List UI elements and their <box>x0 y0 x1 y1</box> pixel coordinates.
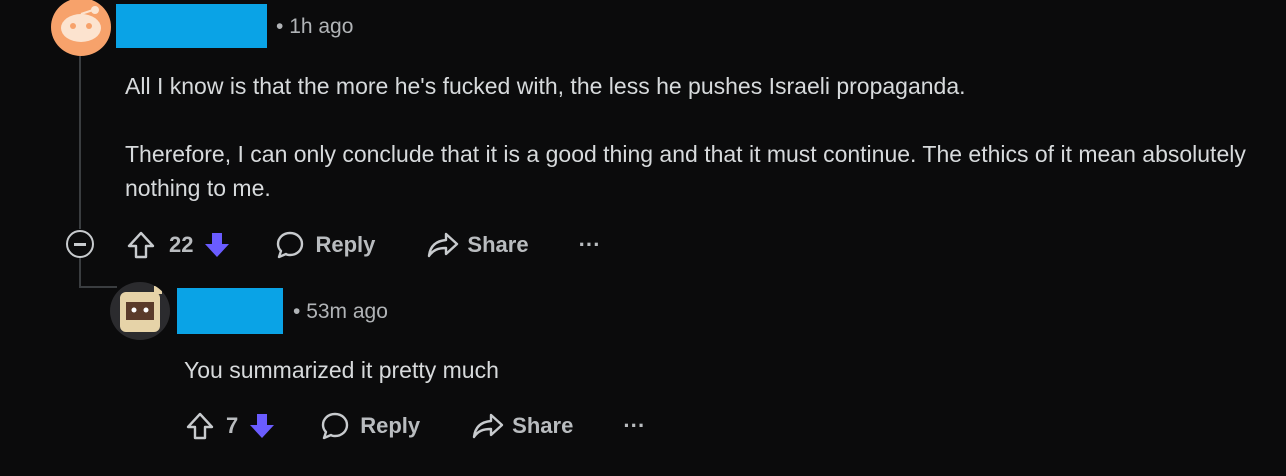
share-icon <box>428 232 459 258</box>
snoo-avatar-icon[interactable] <box>51 0 111 56</box>
reply-username-redacted[interactable] <box>177 288 283 334</box>
reply-timestamp: • 53m ago <box>293 300 388 324</box>
reply-reply-button[interactable]: Reply <box>320 411 420 441</box>
comment-paragraph-2: Therefore, I can only conclude that it i… <box>125 141 1246 201</box>
upvote-icon[interactable] <box>125 229 157 261</box>
thread-line-main <box>79 55 81 229</box>
reply-share-button[interactable]: Share <box>472 412 573 440</box>
comment-time: 1h ago <box>289 15 354 38</box>
reply-label: Reply <box>315 232 376 257</box>
reply-vote-count: 7 <box>226 413 239 438</box>
more-icon[interactable]: ··· <box>579 232 601 258</box>
comment-icon <box>322 412 349 440</box>
meta-separator: • <box>276 15 290 38</box>
reply-button[interactable]: Reply <box>275 230 375 260</box>
reply-more-icon[interactable]: ··· <box>623 413 645 439</box>
reply-share-label: Share <box>512 413 574 438</box>
reply-reply-label: Reply <box>360 413 421 438</box>
share-label: Share <box>467 232 529 257</box>
collapse-icon[interactable] <box>66 230 94 258</box>
comment-timestamp: • 1h ago <box>276 15 353 39</box>
share-icon <box>472 413 504 439</box>
comment-paragraph-1: All I know is that the more he's fucked … <box>125 73 966 99</box>
custom-avatar-icon[interactable] <box>110 282 170 340</box>
meta-separator: • <box>293 300 307 323</box>
thread-line-reply-curve <box>79 286 117 288</box>
reply-downvote-icon[interactable] <box>246 410 278 442</box>
downvote-icon[interactable] <box>201 229 233 261</box>
reply-actions: 7 Reply Share ··· <box>184 406 645 446</box>
reply-upvote-icon[interactable] <box>184 410 216 442</box>
comment-actions: 22 Reply Share ··· <box>125 225 601 265</box>
username-redacted[interactable] <box>116 4 267 48</box>
comment-vote-count: 22 <box>169 232 194 257</box>
reply-text: You summarized it pretty much <box>184 357 499 383</box>
thread-line-reply <box>79 258 81 288</box>
comment-icon <box>277 231 304 259</box>
share-button[interactable]: Share <box>427 231 529 259</box>
reply-time: 53m ago <box>306 300 388 323</box>
